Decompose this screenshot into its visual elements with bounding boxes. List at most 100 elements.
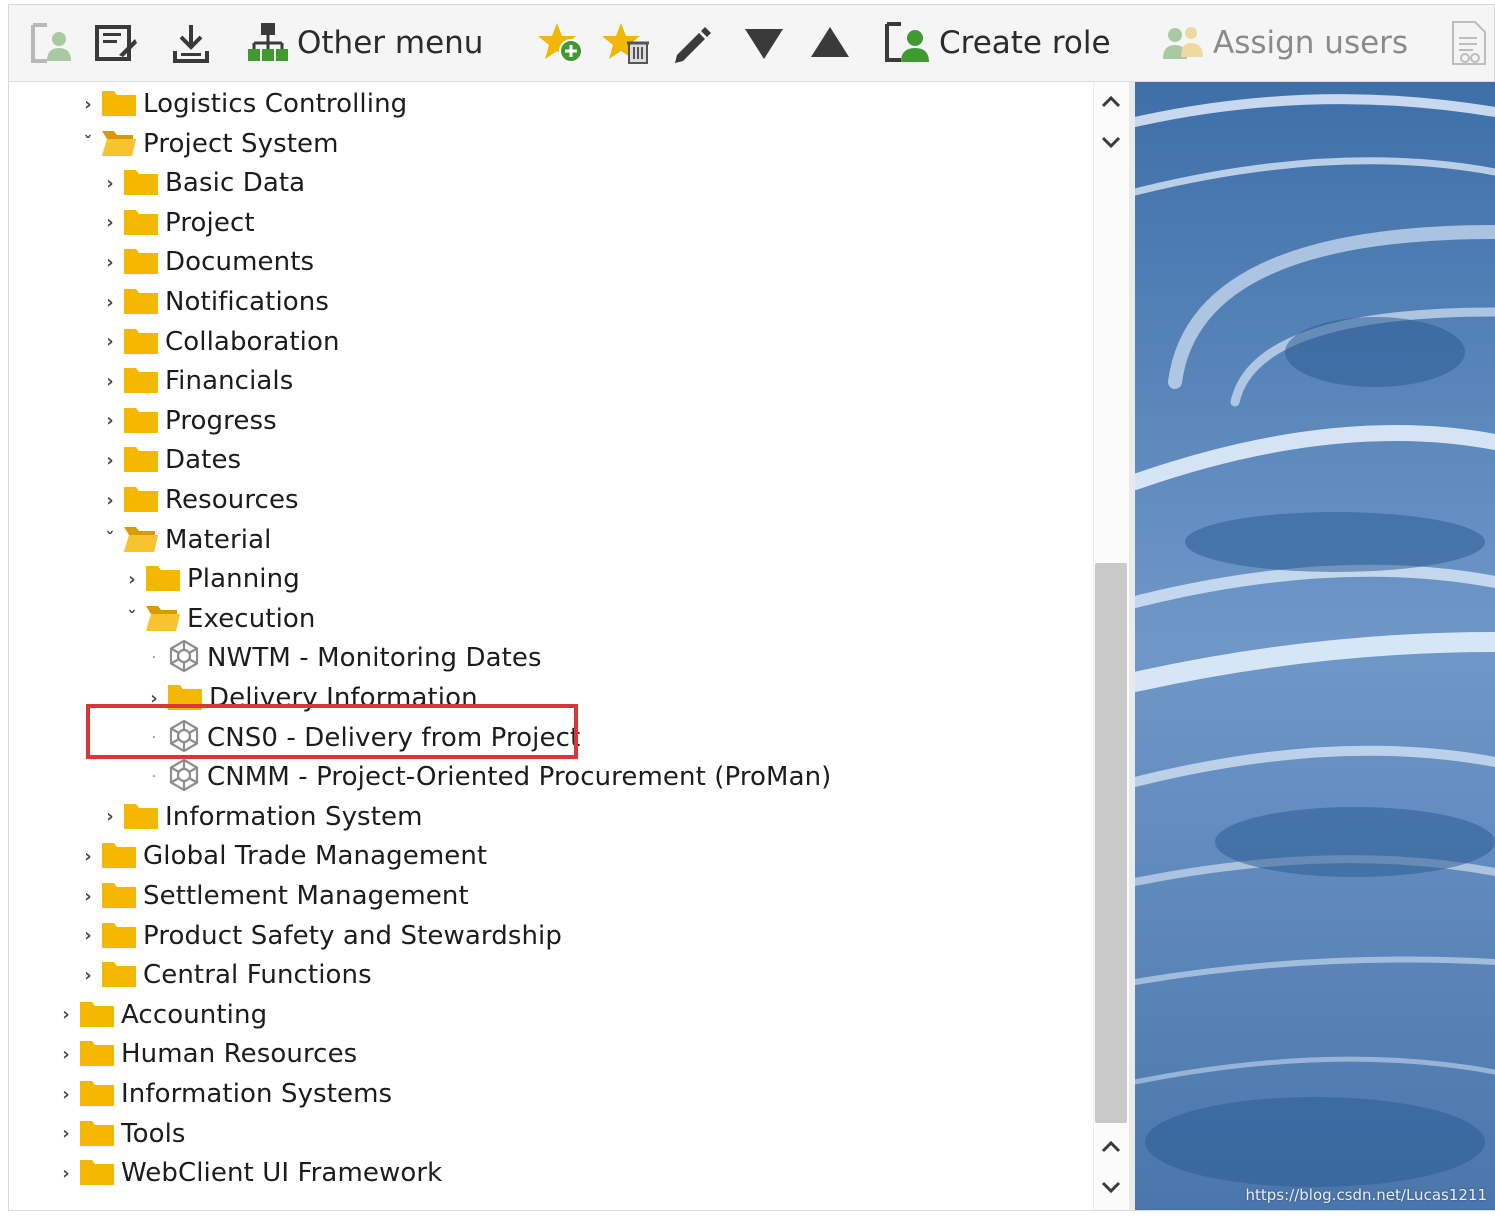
move-down-icon [743, 23, 785, 63]
move-up-button[interactable] [809, 5, 851, 81]
delete-favorite-icon [603, 21, 651, 65]
user-role-icon [29, 21, 73, 65]
expand-icon[interactable]: › [55, 1163, 77, 1184]
download-icon [169, 21, 213, 65]
tree-folder-row[interactable]: › Basic Data [99, 163, 305, 203]
expand-icon[interactable]: › [99, 252, 121, 273]
tree-folder-row[interactable]: › Information System [99, 797, 423, 837]
scroll-up-icon[interactable] [1099, 90, 1123, 114]
tree-folder-row[interactable]: › Human Resources [55, 1034, 357, 1074]
tree-folder-row[interactable]: › Settlement Management [77, 876, 469, 916]
tree-item-label: Notifications [165, 287, 330, 317]
tree-folder-row[interactable]: ˇ Material [99, 520, 272, 560]
user-role-button[interactable] [29, 5, 73, 81]
expand-icon[interactable]: › [77, 886, 99, 907]
folder-icon [79, 1117, 115, 1151]
assign-users-button[interactable]: Assign users [1161, 5, 1408, 81]
move-down-button[interactable] [743, 5, 785, 81]
expand-icon[interactable]: › [99, 806, 121, 827]
scroll-down-icon[interactable] [1099, 130, 1123, 154]
tree-transaction-row[interactable]: · CNMM - Project-Oriented Procurement (Pr… [143, 757, 831, 797]
folder-icon [79, 1156, 115, 1190]
transaction-icon [167, 758, 201, 796]
tree-folder-row[interactable]: › Progress [99, 401, 277, 441]
add-favorite-icon [537, 21, 585, 65]
tree-folder-row[interactable]: ˇ Execution [121, 599, 316, 639]
create-role-label: Create role [939, 25, 1111, 61]
tree-item-label: Product Safety and Stewardship [143, 920, 562, 951]
tree-folder-row[interactable]: › Project [99, 203, 255, 243]
tree-folder-row[interactable]: › Financials [99, 361, 293, 401]
create-role-icon [883, 20, 931, 66]
tree-item-label: Documents [165, 247, 315, 278]
expand-icon[interactable]: › [99, 292, 121, 313]
tree-folder-row[interactable]: › Central Functions [77, 955, 372, 995]
expand-icon[interactable]: › [77, 846, 99, 867]
tree-item-label: Dates [165, 445, 242, 476]
delete-favorite-button[interactable] [603, 5, 651, 81]
create-role-button[interactable]: Create role [883, 5, 1111, 81]
folder-open-icon [101, 127, 137, 161]
document-icon [1449, 20, 1489, 66]
expand-icon[interactable]: › [99, 212, 121, 233]
tree-folder-row[interactable]: › Product Safety and Stewardship [77, 916, 562, 956]
folder-icon [123, 483, 159, 517]
scrollbar-thumb[interactable] [1095, 563, 1127, 1123]
tree-folder-row[interactable]: › Tools [55, 1114, 186, 1154]
tree-item-label: Information Systems [121, 1079, 393, 1109]
folder-icon [123, 364, 159, 398]
expand-icon[interactable]: › [77, 925, 99, 946]
expand-icon[interactable]: › [99, 173, 121, 194]
folder-icon [123, 285, 159, 319]
tree-folder-row[interactable]: › Documents [99, 242, 314, 282]
expand-icon[interactable]: › [99, 490, 121, 511]
expand-icon[interactable]: › [99, 450, 121, 471]
tree-folder-row[interactable]: › Accounting [55, 995, 267, 1035]
folder-open-icon [145, 602, 181, 636]
expand-icon[interactable]: › [55, 1004, 77, 1025]
tree-folder-row[interactable]: › Information Systems [55, 1074, 392, 1114]
tree-folder-row[interactable]: › Planning [121, 559, 300, 599]
tree-item-label: Information System [165, 801, 423, 832]
leaf-dot-icon: · [151, 769, 157, 786]
expand-icon[interactable]: › [99, 410, 121, 431]
tree-folder-row[interactable]: ˇ Project System [77, 124, 339, 164]
tree-item-label: Accounting [121, 999, 268, 1030]
tree-folder-row[interactable]: › Resources [99, 480, 299, 520]
scroll-down-bottom-icon[interactable] [1099, 1175, 1123, 1199]
tree-folder-row[interactable]: › Notifications [99, 282, 329, 322]
edit-document-button[interactable] [93, 5, 137, 81]
expand-icon[interactable]: › [55, 1123, 77, 1144]
folder-icon [101, 879, 137, 913]
expand-icon[interactable]: › [99, 331, 121, 352]
folder-icon [79, 1037, 115, 1071]
expand-icon[interactable]: › [121, 569, 143, 590]
scroll-up-bottom-icon[interactable] [1099, 1135, 1123, 1159]
collapse-icon[interactable]: ˇ [99, 529, 121, 550]
download-button[interactable] [169, 5, 213, 81]
tree-item-label: Execution [187, 603, 316, 634]
expand-icon[interactable]: › [77, 94, 99, 115]
document-button[interactable] [1449, 5, 1489, 81]
tree-transaction-row[interactable]: · NWTM - Monitoring Dates [143, 638, 542, 678]
edit-button[interactable] [669, 5, 713, 81]
expand-icon[interactable]: › [99, 371, 121, 392]
expand-icon[interactable]: › [55, 1084, 77, 1105]
tree-folder-row[interactable]: › Logistics Controlling [77, 84, 407, 124]
expand-icon[interactable]: › [77, 965, 99, 986]
folder-icon [101, 87, 137, 121]
tree-item-label: Project System [143, 128, 339, 159]
tree-item-label: CNMM - Project-Oriented Procurement (Pro… [207, 762, 832, 793]
tree-folder-row[interactable]: › Collaboration [99, 322, 340, 362]
tree-folder-row[interactable]: › WebClient UI Framework [55, 1153, 442, 1193]
expand-icon[interactable]: › [55, 1044, 77, 1065]
tree-folder-row[interactable]: › Dates [99, 440, 241, 480]
other-menu-button[interactable]: Other menu [247, 5, 483, 81]
collapse-icon[interactable]: ˇ [121, 608, 143, 629]
transaction-icon [167, 639, 201, 677]
tree-folder-row[interactable]: › Global Trade Management [77, 836, 487, 876]
add-favorite-button[interactable] [537, 5, 585, 81]
tree-item-label: Material [165, 524, 272, 555]
collapse-icon[interactable]: ˇ [77, 133, 99, 154]
tree-item-label: NWTM - Monitoring Dates [207, 643, 542, 674]
